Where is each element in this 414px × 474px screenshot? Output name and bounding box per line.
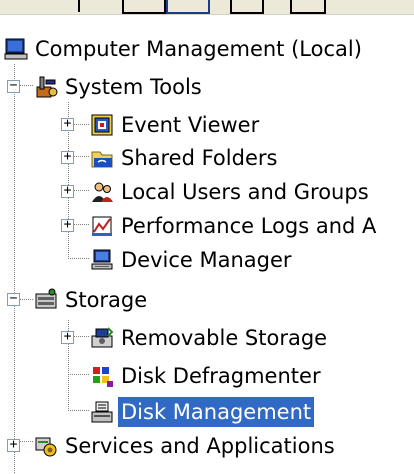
- services-applications-icon: [35, 437, 57, 457]
- toolbar-button-1[interactable]: [122, 0, 166, 14]
- expand-toggle[interactable]: +: [61, 330, 74, 344]
- console-tree[interactable]: Computer Management (Local) − System Too…: [2, 30, 412, 474]
- tree-node-performance-logs[interactable]: + Performance Logs and A: [2, 208, 412, 245]
- tree-node-storage[interactable]: − Storage: [2, 283, 412, 320]
- tree-node-label: Removable Storage: [121, 326, 328, 350]
- storage-icon: [35, 288, 57, 309]
- expand-toggle[interactable]: +: [61, 218, 74, 232]
- tree-node-shared-folders[interactable]: + Shared Folders: [2, 140, 412, 177]
- tree-node-label: Performance Logs and A: [121, 214, 377, 238]
- expand-toggle[interactable]: +: [61, 184, 74, 198]
- collapse-toggle[interactable]: −: [7, 292, 20, 306]
- expand-toggle[interactable]: +: [61, 117, 74, 131]
- tree-node-device-manager[interactable]: Device Manager: [2, 242, 412, 279]
- toolbar-separator: [78, 0, 80, 12]
- toolbar-button-2[interactable]: [166, 0, 210, 14]
- tree-node-local-users[interactable]: + Local Users and Groups: [2, 174, 412, 211]
- tree-node-root[interactable]: Computer Management (Local): [2, 32, 412, 69]
- tree-node-system-tools[interactable]: − System Tools: [2, 70, 412, 107]
- computer-management-icon: [4, 38, 28, 60]
- device-manager-icon: [91, 249, 113, 270]
- local-users-icon: [92, 182, 113, 202]
- tree-node-services-applications[interactable]: + Services and Applications: [2, 428, 412, 465]
- tree-node-label: Device Manager: [121, 248, 292, 272]
- tree-node-label: Event Viewer: [121, 113, 260, 137]
- event-viewer-icon: [91, 114, 113, 136]
- expand-toggle[interactable]: +: [61, 150, 74, 164]
- tree-node-disk-defragmenter[interactable]: Disk Defragmenter: [2, 358, 412, 395]
- toolbar-button-3[interactable]: [230, 0, 264, 14]
- tree-node-label: Services and Applications: [65, 434, 335, 458]
- system-tools-icon: [36, 76, 58, 98]
- tree-node-event-viewer[interactable]: + Event Viewer: [2, 107, 412, 144]
- expand-toggle[interactable]: +: [7, 438, 20, 452]
- tree-node-label: Shared Folders: [121, 146, 278, 170]
- tree-node-label: Disk Management: [118, 397, 315, 427]
- tree-node-label: Computer Management (Local): [35, 37, 362, 61]
- tree-node-label: Local Users and Groups: [121, 180, 369, 204]
- removable-storage-icon: [91, 327, 114, 348]
- tree-node-label: Disk Defragmenter: [121, 364, 321, 388]
- tree-node-disk-management[interactable]: Disk Management: [2, 394, 412, 431]
- performance-logs-icon: [92, 216, 112, 236]
- toolbar: [0, 0, 414, 15]
- disk-management-icon: [91, 401, 113, 423]
- shared-folders-icon: [91, 151, 113, 168]
- toolbar-button-4[interactable]: [290, 0, 326, 14]
- tree-node-removable-storage[interactable]: + Removable Storage: [2, 320, 412, 357]
- tree-node-label: System Tools: [65, 75, 202, 99]
- tree-node-label: Storage: [65, 288, 148, 312]
- collapse-toggle[interactable]: −: [7, 79, 20, 93]
- disk-defragmenter-icon: [93, 367, 113, 387]
